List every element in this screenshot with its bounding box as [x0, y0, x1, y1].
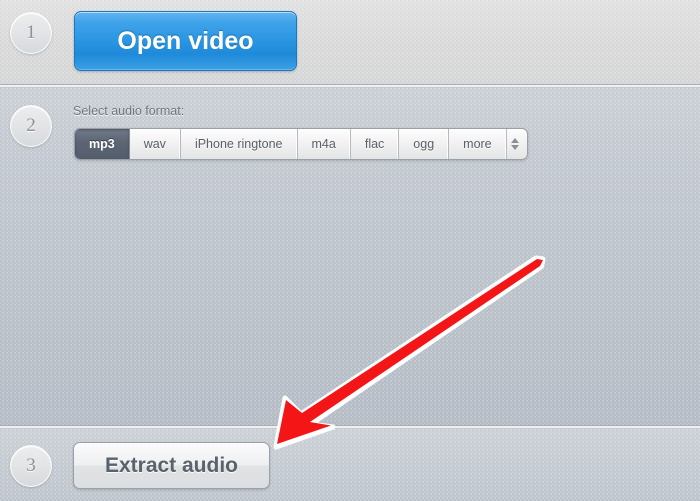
section-divider-2: [0, 425, 700, 428]
step-number-badge-1: 1: [10, 12, 52, 54]
format-option-iphone-ringtone[interactable]: iPhone ringtone: [181, 129, 298, 159]
format-option-mp3[interactable]: mp3: [75, 129, 130, 159]
format-stepper-button[interactable]: [507, 129, 527, 159]
up-down-stepper-icon: [510, 138, 519, 150]
extract-audio-button[interactable]: Extract audio: [73, 442, 270, 489]
format-option-wav[interactable]: wav: [130, 129, 181, 159]
format-option-flac[interactable]: flac: [351, 129, 400, 159]
format-option-more[interactable]: more: [449, 129, 507, 159]
video-to-audio-converter-window: 1 2 3 Open video Select audio format: mp…: [0, 0, 700, 501]
open-video-button[interactable]: Open video: [74, 11, 297, 71]
divider-light-line: [0, 85, 700, 87]
audio-format-segmented-control[interactable]: mp3 wav iPhone ringtone m4a flac ogg mor…: [74, 128, 528, 160]
step-number-badge-3: 3: [10, 445, 52, 487]
step-number-badge-2: 2: [10, 105, 52, 147]
chevron-down-icon: [510, 145, 519, 150]
divider-light-line: [0, 426, 700, 428]
format-option-m4a[interactable]: m4a: [298, 129, 351, 159]
chevron-up-icon: [510, 138, 519, 143]
format-option-ogg[interactable]: ogg: [399, 129, 450, 159]
section-divider-1: [0, 84, 700, 87]
select-audio-format-label: Select audio format:: [73, 104, 185, 118]
